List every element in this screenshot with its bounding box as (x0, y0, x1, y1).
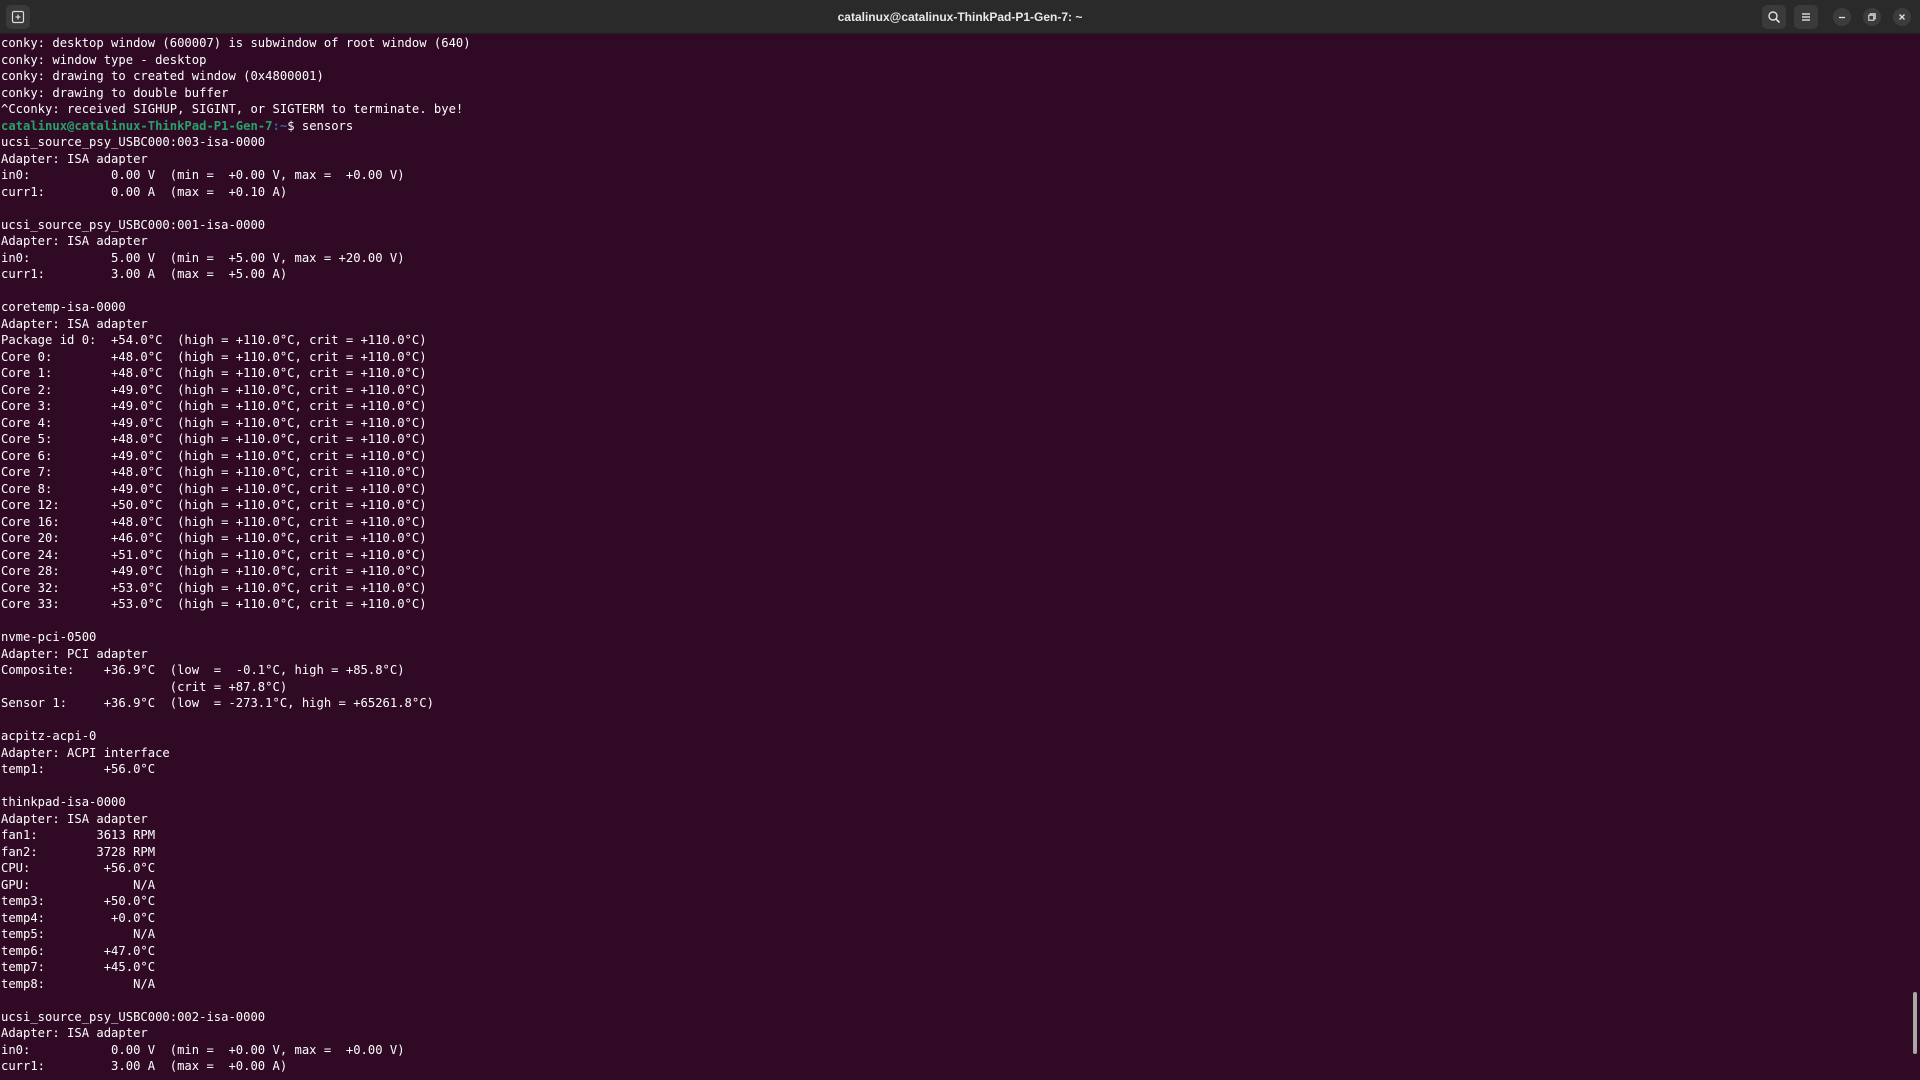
terminal-line: in0: 0.00 V (min = +0.00 V, max = +0.00 … (1, 168, 405, 182)
terminal-line: Core 28: +49.0°C (high = +110.0°C, crit … (1, 564, 427, 578)
terminal-line: temp1: +56.0°C (1, 762, 156, 776)
terminal-line: Core 12: +50.0°C (high = +110.0°C, crit … (1, 498, 427, 512)
terminal-line: Core 20: +46.0°C (high = +110.0°C, crit … (1, 531, 427, 545)
terminal-line: ucsi_source_psy_USBC000:002-isa-0000 (1, 1009, 266, 1024)
search-icon (1768, 11, 1781, 24)
terminal-line: Core 2: +49.0°C (high = +110.0°C, crit =… (1, 382, 427, 397)
terminal-line: Adapter: ISA adapter (1, 811, 148, 826)
scrollbar[interactable] (1912, 34, 1920, 1080)
terminal-line: curr1: 0.00 A (max = +0.10 A) (1, 184, 288, 199)
menu-button[interactable] (1794, 5, 1818, 29)
terminal-line: temp5: N/A (1, 927, 156, 941)
terminal-line: Adapter: ACPI interface (1, 745, 170, 760)
terminal-line: curr1: 3.00 A (max = +0.00 A) (1, 1059, 288, 1073)
close-button[interactable] (1893, 8, 1911, 26)
terminal-line: Core 5: +48.0°C (high = +110.0°C, crit =… (1, 432, 427, 446)
terminal-line: Package id 0: +54.0°C (high = +110.0°C, … (1, 333, 427, 347)
terminal-line: coretemp-isa-0000 (1, 300, 126, 314)
terminal-line: conky: desktop window (600007) is subwin… (1, 36, 471, 50)
window-title: catalinux@catalinux-ThinkPad-P1-Gen-7: ~ (837, 10, 1083, 24)
terminal-line: Core 4: +49.0°C (high = +110.0°C, crit =… (1, 415, 427, 430)
terminal-line: Core 33: +53.0°C (high = +110.0°C, crit … (1, 597, 427, 611)
terminal-line: Sensor 1: +36.9°C (low = -273.1°C, high … (1, 696, 434, 710)
terminal-line: Core 8: +49.0°C (high = +110.0°C, crit =… (1, 481, 427, 496)
maximize-icon (1868, 13, 1876, 21)
terminal-line: temp4: +0.0°C (1, 910, 156, 925)
terminal-line: temp7: +45.0°C (1, 960, 156, 974)
terminal-line: Adapter: PCI adapter (1, 646, 148, 661)
terminal-line: in0: 5.00 V (min = +5.00 V, max = +20.00… (1, 250, 405, 265)
minimize-icon (1839, 16, 1845, 19)
terminal-line: curr1: 3.00 A (max = +5.00 A) (1, 267, 288, 281)
terminal-line: Core 3: +49.0°C (high = +110.0°C, crit =… (1, 399, 427, 413)
terminal-line: Core 16: +48.0°C (high = +110.0°C, crit … (1, 514, 427, 529)
terminal-line: ucsi_source_psy_USBC000:003-isa-0000 (1, 135, 266, 149)
terminal-line: Composite: +36.9°C (low = -0.1°C, high =… (1, 663, 405, 677)
prompt-command: sensors (301, 118, 354, 133)
terminal-line: acpitz-acpi-0 (1, 729, 97, 743)
terminal-line: Core 32: +53.0°C (high = +110.0°C, crit … (1, 580, 427, 595)
terminal-line: Core 0: +48.0°C (high = +110.0°C, crit =… (1, 349, 427, 364)
terminal-line: Core 7: +48.0°C (high = +110.0°C, crit =… (1, 465, 427, 479)
terminal-line: fan2: 3728 RPM (1, 844, 156, 859)
terminal-line: Adapter: ISA adapter (1, 234, 148, 248)
terminal-line: conky: drawing to created window (0x4800… (1, 69, 324, 83)
close-icon (1899, 14, 1905, 20)
terminal-line: nvme-pci-0500 (1, 630, 97, 644)
terminal-line: ucsi_source_psy_USBC000:001-isa-0000 (1, 217, 266, 232)
terminal-output[interactable]: conky: desktop window (600007) is subwin… (0, 34, 1912, 1080)
terminal-line: Core 1: +48.0°C (high = +110.0°C, crit =… (1, 366, 427, 380)
maximize-button[interactable] (1863, 8, 1881, 26)
terminal-line: conky: window type - desktop (1, 52, 207, 67)
terminal-line: CPU: +56.0°C (1, 861, 156, 875)
terminal-line: (crit = +87.8°C) (1, 679, 288, 694)
terminal-line: Core 24: +51.0°C (high = +110.0°C, crit … (1, 547, 427, 562)
terminal-line: Adapter: ISA adapter (1, 1026, 148, 1040)
terminal-line: Adapter: ISA adapter (1, 316, 148, 331)
terminal-line: temp6: +47.0°C (1, 943, 156, 958)
hamburger-menu-icon (1802, 13, 1810, 21)
window-titlebar[interactable]: catalinux@catalinux-ThinkPad-P1-Gen-7: ~ (0, 0, 1920, 34)
terminal-line: conky: drawing to double buffer (1, 85, 229, 100)
prompt-user-host: catalinux@catalinux-ThinkPad-P1-Gen-7 (1, 118, 273, 133)
terminal-line: Adapter: ISA adapter (1, 151, 148, 166)
prompt-symbol: $ (287, 118, 302, 133)
search-button[interactable] (1762, 5, 1786, 29)
terminal-line: GPU: N/A (1, 877, 156, 892)
terminal-line: Core 6: +49.0°C (high = +110.0°C, crit =… (1, 448, 427, 463)
terminal-line: in0: 0.00 V (min = +0.00 V, max = +0.00 … (1, 1042, 405, 1057)
terminal-line: fan1: 3613 RPM (1, 828, 156, 842)
scrollbar-thumb[interactable] (1913, 992, 1917, 1054)
terminal-line: thinkpad-isa-0000 (1, 795, 126, 809)
terminal-line: temp8: N/A (1, 976, 156, 991)
terminal-line: temp3: +50.0°C (1, 894, 156, 908)
command-output: ucsi_source_psy_USBC000:003-isa-0000 Adap… (1, 134, 1912, 1075)
terminal-line: ^Cconky: received SIGHUP, SIGINT, or SIG… (1, 102, 464, 116)
prompt-line: catalinux@catalinux-ThinkPad-P1-Gen-7:~$… (1, 118, 1912, 135)
prompt-path: :~ (272, 118, 288, 133)
minimize-button[interactable] (1833, 8, 1851, 26)
